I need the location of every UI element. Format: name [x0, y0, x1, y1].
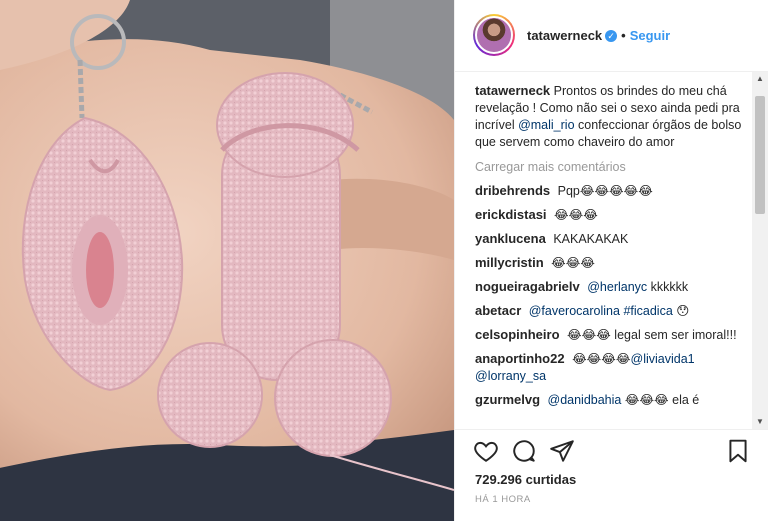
comment-container: dribehrends Pqp😂😂😂😂😂 erickdistasi 😂😂😂 yank… — [475, 182, 753, 409]
scroll-down-arrow-icon[interactable]: ▼ — [752, 415, 768, 429]
comment-username[interactable]: gzurmelvg — [475, 392, 540, 407]
post-photo[interactable] — [0, 0, 454, 521]
comment-username[interactable]: dribehrends — [475, 183, 550, 198]
comment-mention[interactable]: @faverocarolina — [529, 304, 620, 318]
post-actions: 729.296 curtidas HÁ 1 HORA — [455, 429, 768, 521]
share-icon[interactable] — [549, 438, 575, 464]
comment-text: 😯 — [672, 304, 690, 318]
comment-username[interactable]: nogueiragabrielv — [475, 279, 580, 294]
comment-row: yanklucena KAKAKAKAK — [475, 230, 753, 248]
comment-username[interactable]: erickdistasi — [475, 207, 547, 222]
comment-row: nogueiragabrielv @herlanyc kkkkkk — [475, 278, 753, 296]
caption-username[interactable]: tatawerneck — [475, 83, 550, 98]
post-header: tatawerneck ✓ • Seguir — [455, 0, 768, 72]
post-panel: tatawerneck ✓ • Seguir tatawerneck Prontos … — [454, 0, 768, 521]
comment-text: 😂😂😂😂 — [572, 352, 631, 366]
comment-mention[interactable]: @herlanyc — [587, 280, 647, 294]
comments-scrollbar[interactable]: ▲ ▼ — [752, 72, 768, 429]
avatar[interactable] — [473, 14, 515, 56]
likes-count[interactable]: 729.296 curtidas — [475, 472, 576, 487]
header-user: tatawerneck ✓ • Seguir — [527, 28, 670, 43]
comment-text: 😂😂😂 — [551, 256, 595, 270]
heart-icon[interactable] — [473, 438, 499, 464]
comment-username[interactable]: yanklucena — [475, 231, 546, 246]
comment-username[interactable]: millycristin — [475, 255, 544, 270]
follow-button[interactable]: Seguir — [630, 28, 670, 43]
comment-row: anaportinho22 😂😂😂😂@liviavida1 @lorrany_s… — [475, 350, 753, 385]
crochet-keychains-image — [0, 0, 454, 521]
comment-username[interactable]: anaportinho22 — [475, 351, 565, 366]
comment-username[interactable]: celsopinheiro — [475, 327, 560, 342]
comment-mention[interactable]: #ficadica — [623, 304, 672, 318]
caption: tatawerneck Prontos os brindes do meu ch… — [475, 82, 753, 151]
comment-mention[interactable]: @lorrany_sa — [475, 369, 546, 383]
verified-icon: ✓ — [605, 29, 618, 42]
comment-icon[interactable] — [511, 438, 537, 464]
load-more-comments-button[interactable]: Carregar mais comentários — [475, 159, 753, 176]
comment-mention[interactable]: @danidbahia — [548, 393, 622, 407]
post-timestamp[interactable]: HÁ 1 HORA — [475, 494, 531, 505]
caption-mention[interactable]: @mali_rio — [518, 118, 574, 132]
scroll-thumb[interactable] — [755, 96, 765, 214]
bookmark-icon[interactable] — [725, 438, 751, 464]
comment-text: KAKAKAKAK — [553, 232, 629, 246]
comment-text: Pqp😂😂😂😂😂 — [557, 184, 653, 198]
comment-text: kkkkkk — [647, 280, 689, 294]
comment-mention[interactable]: @liviavida1 — [631, 352, 695, 366]
comment-row: abetacr @faverocarolina #ficadica 😯 — [475, 302, 753, 320]
caption-text-2: confeccionar órgãos de bolso que servem … — [475, 118, 742, 149]
comment-text: 😂😂😂 — [554, 208, 598, 222]
comment-row: dribehrends Pqp😂😂😂😂😂 — [475, 182, 753, 200]
comment-row: celsopinheiro 😂😂😂 legal sem ser imoral!!… — [475, 326, 753, 344]
comment-row: gzurmelvg @danidbahia 😂😂😂 ela é — [475, 391, 753, 409]
scroll-up-arrow-icon[interactable]: ▲ — [752, 72, 768, 86]
comment-text: 😂😂😂 legal sem ser imoral!!! — [567, 328, 737, 342]
comment-row: millycristin 😂😂😂 — [475, 254, 753, 272]
comment-row: erickdistasi 😂😂😂 — [475, 206, 753, 224]
separator-dot: • — [621, 28, 626, 43]
avatar-image — [475, 16, 513, 54]
comments-list[interactable]: tatawerneck Prontos os brindes do meu ch… — [455, 72, 753, 429]
comment-username[interactable]: abetacr — [475, 303, 521, 318]
comment-text: 😂😂😂 ela é — [621, 393, 700, 407]
header-username[interactable]: tatawerneck — [527, 28, 602, 43]
